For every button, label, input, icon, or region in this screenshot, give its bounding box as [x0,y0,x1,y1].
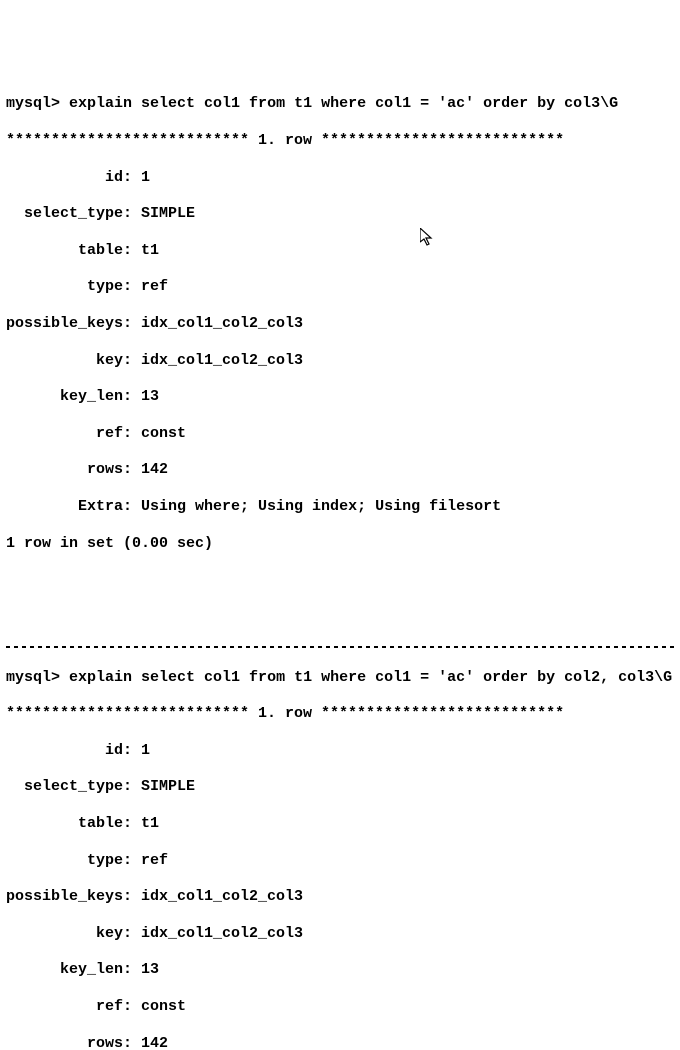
result-id: 1 [141,169,150,186]
result-line: type: ref [6,852,674,870]
result-table: t1 [141,242,159,259]
result-line: select_type: SIMPLE [6,778,674,796]
result-key: idx_col1_col2_col3 [141,352,303,369]
result-line: rows: 142 [6,461,674,479]
mysql-prompt: mysql> [6,95,60,112]
result-key-len: 13 [141,961,159,978]
result-select-type: SIMPLE [141,778,195,795]
terminal-line: mysql> explain select col1 from t1 where… [6,669,674,687]
sql-command: explain select col1 from t1 where col1 =… [69,95,618,112]
query-footer: 1 row in set (0.00 sec) [6,535,674,553]
result-table: t1 [141,815,159,832]
result-key: idx_col1_col2_col3 [141,925,303,942]
result-line: table: t1 [6,815,674,833]
result-line: ref: const [6,998,674,1016]
result-line: id: 1 [6,742,674,760]
result-line: possible_keys: idx_col1_col2_col3 [6,888,674,906]
result-ref: const [141,998,186,1015]
result-key-len: 13 [141,388,159,405]
result-id: 1 [141,742,150,759]
result-rows: 142 [141,461,168,478]
result-line: ref: const [6,425,674,443]
result-select-type: SIMPLE [141,205,195,222]
mysql-prompt: mysql> [6,669,60,686]
result-type: ref [141,278,168,295]
sql-command: explain select col1 from t1 where col1 =… [69,669,672,686]
row-separator: *************************** 1. row *****… [6,132,674,150]
blank-line [6,571,674,589]
result-possible-keys: idx_col1_col2_col3 [141,888,303,905]
result-line: key_len: 13 [6,388,674,406]
selection-border-top [6,646,674,648]
result-possible-keys: idx_col1_col2_col3 [141,315,303,332]
result-extra: Using where; Using index; Using filesort [141,498,501,515]
result-line: Extra: Using where; Using index; Using f… [6,498,674,516]
result-rows: 142 [141,1035,168,1050]
result-line: table: t1 [6,242,674,260]
result-line: possible_keys: idx_col1_col2_col3 [6,315,674,333]
result-ref: const [141,425,186,442]
terminal-line: mysql> explain select col1 from t1 where… [6,95,674,113]
row-separator: *************************** 1. row *****… [6,705,674,723]
result-line: key: idx_col1_col2_col3 [6,352,674,370]
blank-line [6,608,674,626]
result-type: ref [141,852,168,869]
result-line: key: idx_col1_col2_col3 [6,925,674,943]
result-line: key_len: 13 [6,961,674,979]
result-line: rows: 142 [6,1035,674,1050]
result-line: type: ref [6,278,674,296]
result-line: id: 1 [6,169,674,187]
result-line: select_type: SIMPLE [6,205,674,223]
